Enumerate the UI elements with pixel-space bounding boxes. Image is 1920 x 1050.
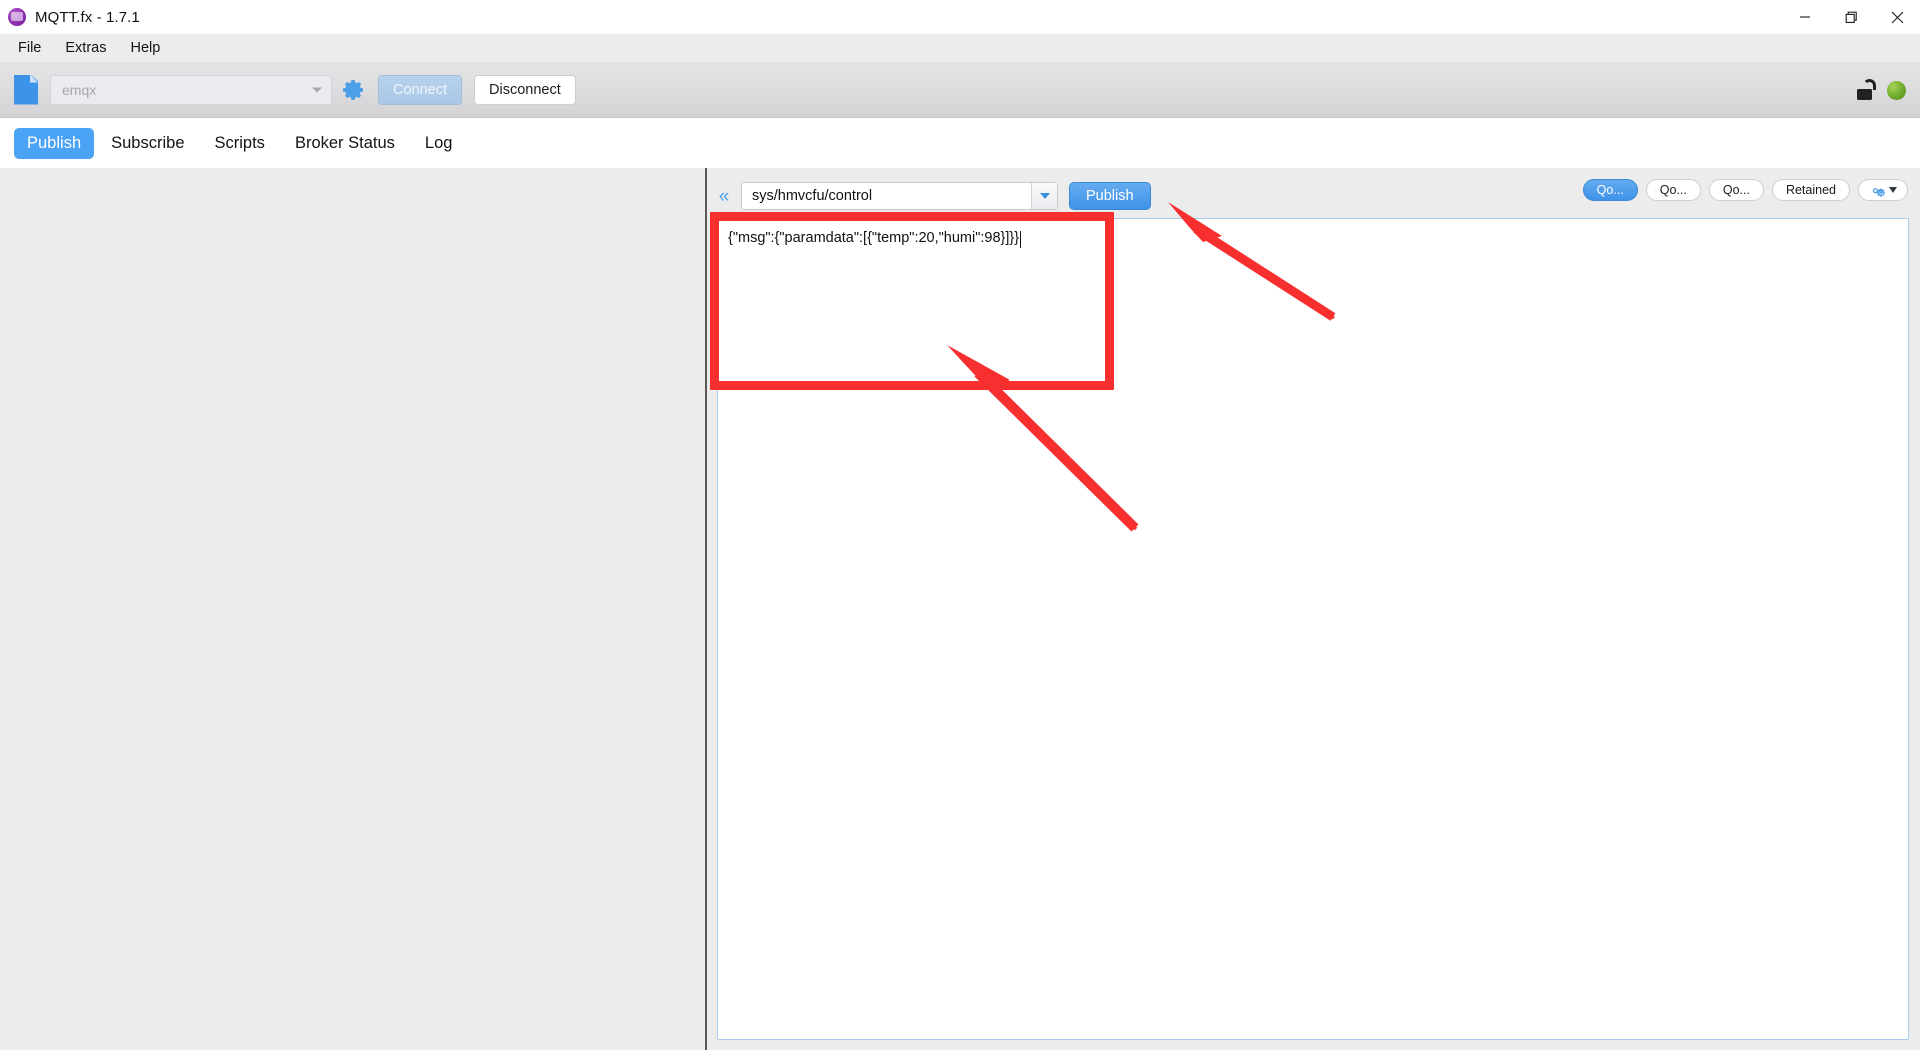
qos0-button[interactable]: Qo... [1582,179,1638,201]
chevron-down-icon [1039,193,1050,199]
restore-icon[interactable] [1828,0,1874,34]
menu-item-file[interactable]: File [6,37,53,59]
payload-editor[interactable]: {"msg":{"paramdata":[{"temp":20,"humi":9… [717,218,1909,1040]
mqttfx-window: MQTT.fx - 1.7.1 File Extras Help emqx Co… [0,0,1920,1050]
connection-toolbar: emqx Connect Disconnect [0,62,1920,118]
connect-button[interactable]: Connect [378,74,463,105]
tab-log[interactable]: Log [412,128,466,159]
menu-bar: File Extras Help [0,34,1920,62]
file-icon[interactable] [10,73,42,107]
menu-item-help[interactable]: Help [118,37,172,59]
tab-publish[interactable]: Publish [14,127,95,159]
tab-scripts[interactable]: Scripts [202,128,278,159]
publish-settings-button[interactable] [1858,179,1908,201]
broker-profile-value: emqx [62,81,97,98]
topic-value: sys/hmvcfu/control [752,188,873,204]
minimize-icon[interactable] [1782,0,1828,34]
qos2-button[interactable]: Qo... [1708,179,1764,201]
mqttfx-logo-icon [8,8,26,26]
publish-options-group: Qo... Qo... Qo... Retained [1582,176,1908,204]
qos1-button[interactable]: Qo... [1645,179,1701,201]
title-bar: MQTT.fx - 1.7.1 [0,0,1920,34]
gears-icon [1872,187,1885,197]
toolbar-status-group [1855,62,1906,118]
connected-status-dot [1887,80,1906,100]
left-side-panel [0,168,705,1050]
close-icon[interactable] [1874,0,1920,34]
publish-button[interactable]: Publish [1069,182,1151,210]
double-chevron-left-icon[interactable]: « [713,185,735,207]
chevron-down-icon [312,87,322,92]
topic-dropdown-button[interactable] [1031,183,1057,209]
topic-input[interactable]: sys/hmvcfu/control [741,182,1058,210]
tab-broker-status[interactable]: Broker Status [282,128,408,159]
main-tab-bar: Publish Subscribe Scripts Broker Status … [0,118,1920,168]
menu-item-extras[interactable]: Extras [53,37,118,59]
retained-button[interactable]: Retained [1771,179,1850,201]
window-title: MQTT.fx - 1.7.1 [35,8,140,26]
publish-tab-content: « sys/hmvcfu/control Publish Qo... Qo...… [0,168,1920,1050]
broker-profile-select[interactable]: emqx [50,74,332,105]
unlocked-padlock-icon [1855,79,1877,101]
chevron-down-icon [1889,187,1897,193]
text-cursor [1020,231,1021,248]
disconnect-button[interactable]: Disconnect [474,74,576,105]
payload-text: {"msg":{"paramdata":[{"temp":20,"humi":9… [728,230,1020,246]
gear-icon[interactable] [342,78,366,102]
tab-subscribe[interactable]: Subscribe [98,128,197,159]
publish-pane: « sys/hmvcfu/control Publish Qo... Qo...… [707,168,1920,1050]
window-controls [1782,0,1920,34]
